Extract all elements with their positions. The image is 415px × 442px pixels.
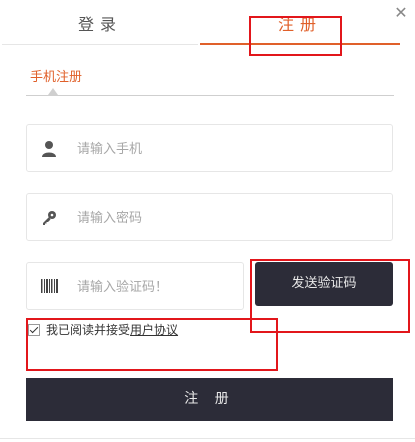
verification-code-field[interactable] [26, 262, 244, 311]
verification-code-input[interactable] [75, 263, 239, 311]
close-icon[interactable]: ✕ [392, 4, 410, 22]
subtab-divider [26, 95, 394, 96]
password-field[interactable] [26, 193, 393, 242]
password-input[interactable] [75, 194, 379, 242]
key-icon [41, 209, 57, 227]
agreement-row: 我已阅读并接受 用户协议 [28, 321, 178, 338]
send-code-button[interactable]: 发送验证码 [255, 262, 393, 306]
subtab-caret-icon [48, 88, 58, 95]
register-submit-button[interactable]: 注 册 [26, 378, 393, 421]
subtab-phone-register[interactable]: 手机注册 [30, 66, 82, 85]
user-agreement-link[interactable]: 用户协议 [130, 321, 178, 338]
tab-login[interactable]: 登录 [0, 8, 200, 42]
barcode-icon [41, 278, 58, 296]
user-icon [41, 140, 57, 158]
active-tab-underline [200, 43, 400, 45]
tab-divider [2, 44, 198, 45]
tab-register[interactable]: 注册 [200, 8, 400, 42]
agree-checkbox[interactable] [28, 323, 40, 336]
phone-input[interactable] [75, 125, 379, 173]
register-dialog: 登录 注册 ✕ 手机注册 请输入手机 请输入验证码！ 发送验证码 我已阅读并接受… [0, 0, 415, 442]
agreement-text: 我已阅读并接受 [46, 323, 131, 337]
phone-field[interactable] [26, 124, 393, 173]
bottom-divider [0, 438, 415, 439]
